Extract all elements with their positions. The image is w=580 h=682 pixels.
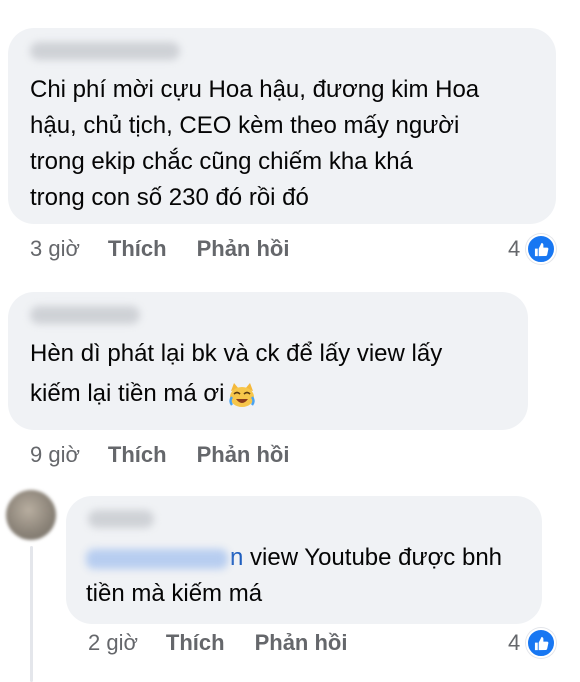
comment-actions-3: 2 giờ Thích Phản hồi — [88, 630, 377, 656]
comment-text-line: trong ekip chắc cũng chiếm kha khá — [30, 148, 413, 175]
comment-time[interactable]: 3 giờ — [30, 236, 80, 262]
mention-link[interactable]: n — [230, 544, 243, 571]
comment-time[interactable]: 9 giờ — [30, 442, 80, 468]
like-icon — [526, 234, 557, 264]
reaction-summary-3[interactable]: 4 — [508, 628, 557, 658]
reaction-summary-1[interactable]: 4 — [508, 234, 557, 264]
reaction-count: 4 — [508, 630, 521, 655]
crying-laughing-cat-emoji — [229, 382, 256, 407]
like-button[interactable]: Thích — [166, 630, 225, 656]
reply-button[interactable]: Phản hồi — [255, 630, 348, 656]
like-icon — [526, 628, 557, 658]
comment-text-line: trong con số 230 đó rồi đó — [30, 184, 309, 211]
thread-line — [30, 546, 33, 682]
comment-time[interactable]: 2 giờ — [88, 630, 138, 656]
commenter-name-blurred[interactable] — [30, 42, 180, 60]
like-button[interactable]: Thích — [108, 442, 167, 468]
comment-text-line: Hèn dì phát lại bk và ck để lấy view lấy — [30, 340, 443, 367]
commenter-name-blurred[interactable] — [30, 306, 140, 324]
comment-text-line: tiền mà kiếm má — [86, 580, 263, 607]
comment-actions-2: 9 giờ Thích Phản hồi — [30, 442, 319, 468]
comment-text-line: Chi phí mời cựu Hoa hậu, đương kim Hoa — [30, 76, 480, 103]
comment-bubble-2: Hèn dì phát lại bk và ck để lấy view lấy… — [8, 292, 528, 430]
avatar[interactable] — [6, 490, 56, 540]
comment-text-line-with-emoji: kiếm lại tiền má ơi — [30, 376, 256, 412]
comment-actions-1: 3 giờ Thích Phản hồi — [30, 236, 319, 262]
like-button[interactable]: Thích — [108, 236, 167, 262]
commenter-name-blurred[interactable] — [88, 510, 154, 528]
comment-text-line: hậu, chủ tịch, CEO kèm theo mấy người — [30, 112, 460, 139]
mention-link-blurred[interactable] — [86, 548, 228, 569]
reply-bubble: n view Youtube được bnh tiền mà kiếm má — [66, 496, 542, 624]
comment-text-line: kiếm lại tiền má ơi — [30, 380, 225, 407]
reply-button[interactable]: Phản hồi — [197, 442, 290, 468]
reply-button[interactable]: Phản hồi — [197, 236, 290, 262]
comment-bubble-1: Chi phí mời cựu Hoa hậu, đương kim Hoa h… — [8, 28, 556, 224]
reaction-count: 4 — [508, 236, 521, 261]
comment-text: view Youtube được bnh — [243, 544, 503, 571]
comment-text-line: n view Youtube được bnh — [86, 540, 502, 576]
